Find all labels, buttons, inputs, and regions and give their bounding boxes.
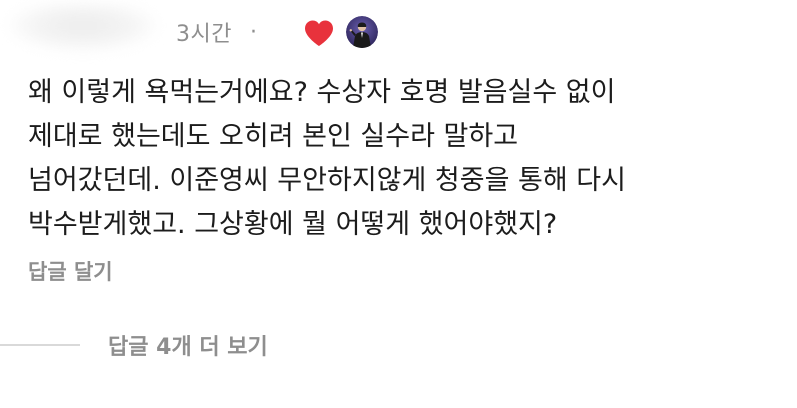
comment-meta: 3시간 · xyxy=(176,14,257,50)
heart-icon[interactable] xyxy=(303,19,335,47)
comment-line: 박수받게했고. 그상황에 뭘 어떻게 했어야했지? xyxy=(28,209,558,240)
comment-line: 제대로 했는데도 오히려 본인 실수라 말하고 xyxy=(28,121,519,152)
replies-divider xyxy=(0,344,80,346)
separator-dot: · xyxy=(249,19,257,45)
timestamp: 3시간 xyxy=(176,22,232,47)
comment-line: 왜 이렇게 욕먹는거에요? 수상자 호명 발음실수 없이 xyxy=(28,77,616,108)
comment-body: 왜 이렇게 욕먹는거에요? 수상자 호명 발음실수 없이 제대로 했는데도 오히… xyxy=(28,71,778,247)
view-more-replies-button[interactable]: 답글 4개 더 보기 xyxy=(108,329,268,361)
reply-button[interactable]: 답글 달기 xyxy=(28,256,113,286)
comment-line: 넘어갔던데. 이준영씨 무안하지않게 청중을 통해 다시 xyxy=(28,165,626,196)
author-avatar[interactable] xyxy=(346,16,378,48)
blurred-username xyxy=(8,4,158,52)
